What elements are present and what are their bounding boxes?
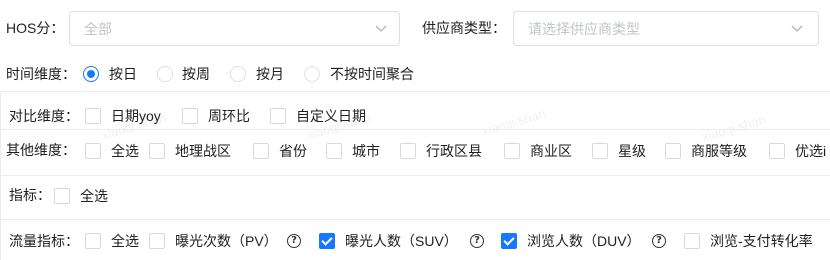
checkbox-label: 全选 (111, 143, 139, 159)
checkbox[interactable] (769, 143, 785, 159)
question-circle-icon[interactable]: ? (470, 234, 484, 248)
supplier-type-select[interactable]: 请选择供应商类型 (513, 11, 819, 46)
question-circle-icon[interactable]: ? (287, 234, 301, 248)
radio-button[interactable] (83, 66, 99, 82)
compare-dimension-label: 对比维度： (9, 108, 79, 124)
checkbox[interactable] (326, 143, 342, 159)
checkbox[interactable] (270, 108, 286, 124)
checkbox-label: 优选i (795, 143, 827, 159)
divider (0, 129, 830, 130)
checkbox-label: 浏览人数（DUV） (527, 233, 641, 249)
watermark-text: xiaoqi.shan (480, 105, 548, 139)
checkbox[interactable] (501, 233, 517, 249)
chevron-down-icon (791, 25, 803, 32)
checkbox[interactable] (85, 233, 101, 249)
metrics-label: 指标： (9, 187, 51, 203)
checkbox[interactable] (319, 233, 335, 249)
checkbox-label: 浏览-支付转化率 (710, 233, 813, 249)
checkbox-label: 地理战区 (175, 143, 231, 159)
checkbox-label: 行政区县 (426, 143, 482, 159)
supplier-type-label: 供应商类型： (422, 20, 506, 36)
radio-label: 按月 (256, 66, 284, 82)
checkbox-label: 日期yoy (111, 108, 161, 124)
traffic-metrics-label: 流量指标： (9, 233, 79, 249)
divider (0, 219, 830, 220)
time-dimension-label: 时间维度： (6, 66, 76, 82)
radio-button[interactable] (304, 66, 320, 82)
hos-label: HOS分： (6, 20, 65, 36)
supplier-type-placeholder: 请选择供应商类型 (528, 21, 640, 37)
checkbox[interactable] (592, 143, 608, 159)
checkbox-label: 省份 (279, 143, 307, 159)
checkbox-label: 自定义日期 (296, 108, 366, 124)
checkbox-label: 曝光人数（SUV） (345, 233, 458, 249)
hos-select[interactable]: 全部 (69, 11, 400, 46)
other-dimension-label: 其他维度： (6, 142, 76, 158)
divider (0, 175, 830, 176)
checkbox-label: 全选 (80, 188, 108, 204)
checkbox-label: 城市 (352, 143, 380, 159)
checkbox[interactable] (684, 233, 700, 249)
checkbox-label: 全选 (111, 233, 139, 249)
checkbox-label: 曝光次数（PV） (175, 233, 278, 249)
checkbox[interactable] (149, 143, 165, 159)
checkbox[interactable] (85, 143, 101, 159)
checkbox[interactable] (253, 143, 269, 159)
radio-button[interactable] (157, 66, 173, 82)
checkbox-label: 商服等级 (691, 143, 747, 159)
checkbox[interactable] (85, 108, 101, 124)
checkbox[interactable] (149, 233, 165, 249)
checkbox-label: 商业区 (530, 143, 572, 159)
radio-label: 按日 (109, 66, 137, 82)
chevron-down-icon (375, 25, 387, 32)
checkbox-label: 周环比 (208, 108, 250, 124)
question-circle-icon[interactable]: ? (652, 234, 666, 248)
checkbox-label: 星级 (618, 143, 646, 159)
checkbox[interactable] (54, 188, 70, 204)
radio-label: 不按时间聚合 (330, 66, 414, 82)
checkbox[interactable] (400, 143, 416, 159)
divider (0, 91, 830, 92)
radio-button[interactable] (230, 66, 246, 82)
checkbox[interactable] (504, 143, 520, 159)
hos-select-value: 全部 (84, 21, 112, 37)
radio-label: 按周 (182, 66, 210, 82)
checkbox[interactable] (665, 143, 681, 159)
checkbox[interactable] (182, 108, 198, 124)
